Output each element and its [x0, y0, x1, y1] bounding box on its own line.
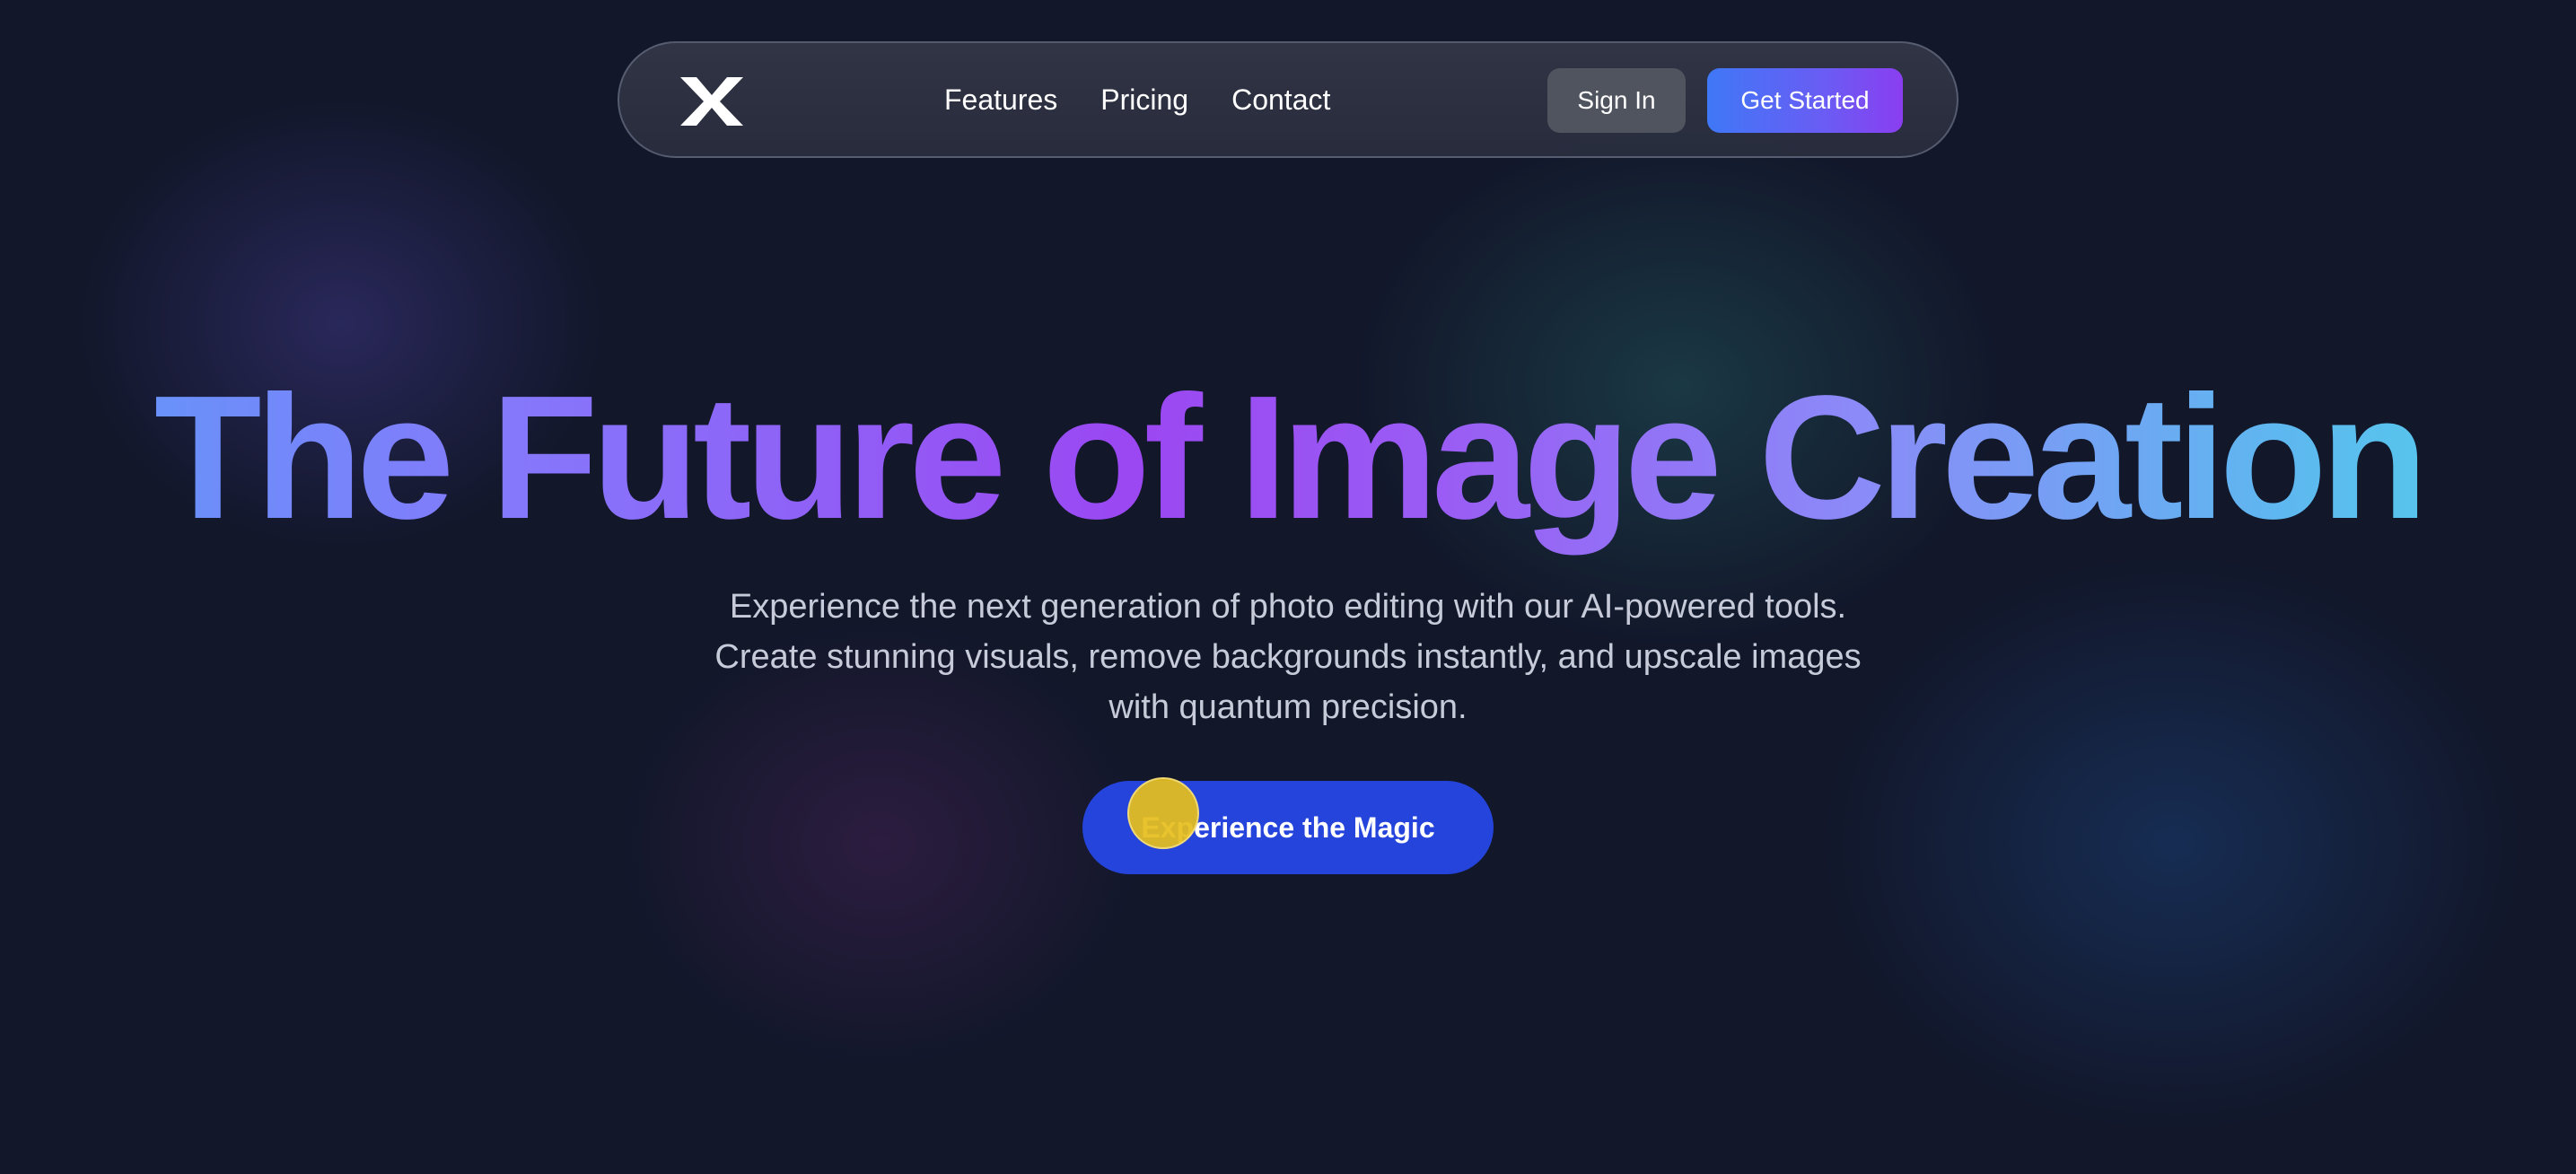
hero-subtitle: Experience the next generation of photo … — [714, 588, 1862, 726]
hero-title: The Future of Image Creation — [0, 359, 2576, 556]
sign-in-button[interactable]: Sign In — [1547, 68, 1686, 133]
x-logo-icon[interactable] — [679, 77, 745, 126]
page: Features Pricing Contact Sign In Get Sta… — [0, 0, 2576, 1174]
experience-the-magic-button[interactable]: Experience the Magic — [1082, 781, 1494, 874]
nav-link-features[interactable]: Features — [944, 83, 1057, 117]
navbar: Features Pricing Contact Sign In Get Sta… — [618, 41, 1958, 158]
nav-links: Features Pricing Contact — [944, 43, 1330, 156]
get-started-button[interactable]: Get Started — [1707, 68, 1903, 133]
nav-link-contact[interactable]: Contact — [1231, 83, 1330, 117]
nav-link-pricing[interactable]: Pricing — [1100, 83, 1188, 117]
